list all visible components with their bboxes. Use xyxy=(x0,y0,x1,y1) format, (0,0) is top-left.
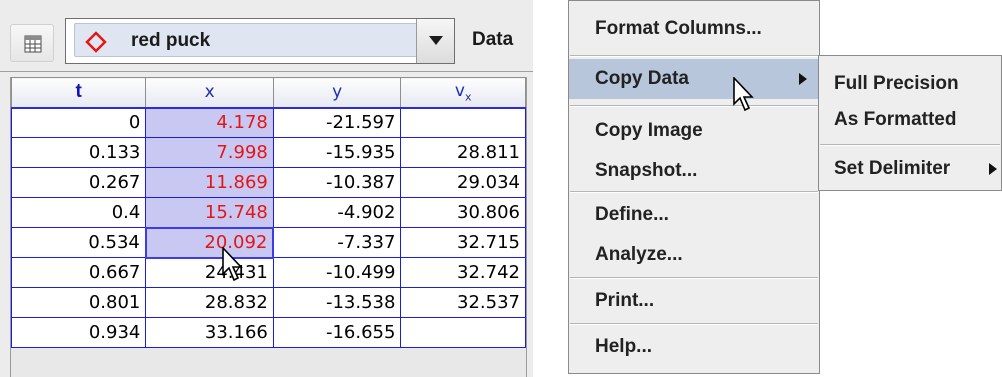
cell-vx[interactable] xyxy=(400,317,526,348)
menu-item-label: Copy Image xyxy=(595,120,703,141)
cell-y[interactable]: -4.902 xyxy=(272,197,402,228)
menu-separator xyxy=(820,144,1000,146)
cell-vx[interactable]: 29.034 xyxy=(400,167,526,198)
table-row[interactable]: 0.534 20.092 -7.337 32.715 xyxy=(10,226,526,259)
submenu-arrow-icon xyxy=(989,163,997,175)
cell-vx[interactable] xyxy=(400,107,526,138)
menu-item-format-columns[interactable]: Format Columns... xyxy=(569,9,819,49)
table-toolbar: red puck Data xyxy=(0,0,533,72)
copy-data-submenu: Full Precision As Formatted Set Delimite… xyxy=(818,55,1002,191)
data-table-panel: red puck Data t x y vx 0 4.178 -21.597 0… xyxy=(0,0,533,377)
table-row[interactable]: 0 4.178 -21.597 xyxy=(10,107,526,138)
menu-item-label: Help... xyxy=(595,336,653,357)
track-name: red puck xyxy=(131,30,211,51)
table-grid-icon xyxy=(24,35,42,53)
submenu-item-label: Full Precision xyxy=(834,73,959,94)
menu-separator xyxy=(570,105,818,107)
cell-vx[interactable]: 32.742 xyxy=(400,257,526,288)
submenu-item-full-precision[interactable]: Full Precision xyxy=(819,65,1001,103)
cell-vx[interactable]: 28.811 xyxy=(400,137,526,168)
menu-separator xyxy=(570,323,818,325)
cell-x[interactable]: 24.431 xyxy=(145,257,274,288)
cell-y[interactable]: -10.499 xyxy=(272,257,402,288)
table-row[interactable]: 0.801 28.832 -13.538 32.537 xyxy=(10,287,526,318)
vx-header-v: v xyxy=(454,81,465,102)
chevron-down-icon xyxy=(429,36,443,45)
menu-item-copy-image[interactable]: Copy Image xyxy=(569,111,819,151)
cell-x[interactable]: 15.748 xyxy=(145,197,274,228)
submenu-item-set-delimiter[interactable]: Set Delimiter xyxy=(819,150,1001,188)
cell-x[interactable]: 28.832 xyxy=(145,287,274,318)
cell-x[interactable]: 4.178 xyxy=(145,107,274,138)
table-row[interactable]: 0.934 33.166 -16.655 xyxy=(10,317,526,348)
column-header-vx[interactable]: vx xyxy=(400,77,526,109)
cell-y[interactable]: -7.337 xyxy=(272,227,402,258)
table-row[interactable]: 0.667 24.431 -10.499 32.742 xyxy=(10,257,526,288)
menu-separator xyxy=(570,55,818,57)
cell-x[interactable]: 20.092 xyxy=(144,226,275,259)
menu-separator xyxy=(570,191,818,193)
table-row[interactable]: 0.4 15.748 -4.902 30.806 xyxy=(10,197,526,228)
cell-t[interactable]: 0.133 xyxy=(10,137,147,168)
submenu-item-label: As Formatted xyxy=(834,109,957,130)
menu-item-label: Analyze... xyxy=(595,244,683,265)
menu-separator xyxy=(570,277,818,279)
cell-t[interactable]: 0.801 xyxy=(10,287,147,318)
cell-t[interactable]: 0.667 xyxy=(10,257,147,288)
submenu-arrow-icon xyxy=(799,73,807,85)
submenu-item-as-formatted[interactable]: As Formatted xyxy=(819,101,1001,139)
menu-item-snapshot[interactable]: Snapshot... xyxy=(569,151,819,191)
cell-vx[interactable]: 32.715 xyxy=(400,227,526,258)
menu-item-analyze[interactable]: Analyze... xyxy=(569,235,819,275)
table-header-row: t x y vx xyxy=(10,77,526,109)
cell-vx[interactable]: 30.806 xyxy=(400,197,526,228)
cell-y[interactable]: -16.655 xyxy=(272,317,402,348)
column-header-t[interactable]: t xyxy=(10,77,147,109)
dropdown-arrow-button[interactable] xyxy=(416,19,454,63)
menu-item-label: Copy Data xyxy=(595,68,689,89)
cell-x[interactable]: 11.869 xyxy=(145,167,274,198)
column-header-y[interactable]: y xyxy=(272,77,402,109)
cell-t[interactable]: 0.934 xyxy=(10,317,147,348)
cell-vx[interactable]: 32.537 xyxy=(400,287,526,318)
menu-item-define[interactable]: Define... xyxy=(569,195,819,235)
vx-header-sub: x xyxy=(464,90,472,104)
track-selector-value[interactable]: red puck xyxy=(74,23,418,57)
cell-t[interactable]: 0.267 xyxy=(10,167,147,198)
cell-t[interactable]: 0.4 xyxy=(10,197,147,228)
table-row[interactable]: 0.267 11.869 -10.387 29.034 xyxy=(10,167,526,198)
cell-y[interactable]: -10.387 xyxy=(272,167,402,198)
data-table: t x y vx 0 4.178 -21.597 0.133 7.998 -15.935 2… xyxy=(10,77,527,377)
cell-t[interactable]: 0.534 xyxy=(10,227,147,258)
menu-item-copy-data[interactable]: Copy Data xyxy=(569,59,819,99)
menu-item-label: Snapshot... xyxy=(595,160,698,181)
track-selector-dropdown[interactable]: red puck xyxy=(65,18,455,64)
table-view-button[interactable] xyxy=(10,24,54,62)
cell-y[interactable]: -13.538 xyxy=(272,287,402,318)
menu-item-label: Print... xyxy=(595,290,655,311)
cell-x[interactable]: 7.998 xyxy=(145,137,274,168)
column-header-x[interactable]: x xyxy=(145,77,274,109)
data-button[interactable]: Data xyxy=(472,29,513,51)
data-grid: t x y vx 0 4.178 -21.597 0.133 7.998 -15.935 2… xyxy=(10,77,526,348)
cell-x[interactable]: 33.166 xyxy=(145,317,274,348)
submenu-item-label: Set Delimiter xyxy=(834,158,951,179)
menu-item-help[interactable]: Help... xyxy=(569,327,819,367)
menu-item-label: Format Columns... xyxy=(595,18,762,39)
diamond-track-icon xyxy=(85,31,107,53)
cell-y[interactable]: -15.935 xyxy=(272,137,402,168)
table-row[interactable]: 0.133 7.998 -15.935 28.811 xyxy=(10,137,526,168)
cell-y[interactable]: -21.597 xyxy=(272,107,402,138)
cell-t[interactable]: 0 xyxy=(10,107,147,138)
menu-item-label: Define... xyxy=(595,204,669,225)
context-menu: Format Columns... Copy Data Copy Image S… xyxy=(568,0,820,374)
menu-item-print[interactable]: Print... xyxy=(569,281,819,321)
